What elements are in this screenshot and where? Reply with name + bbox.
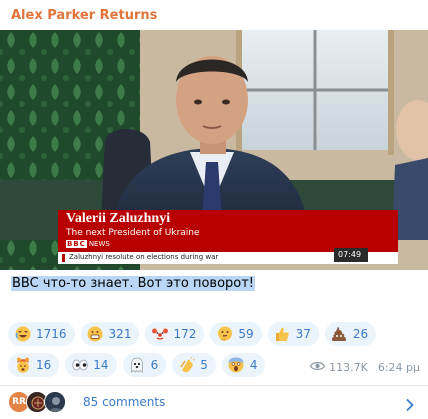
channel-post: Alex Parker Returns Valerii Zaluzhnyi Th… [0,0,428,419]
news-logo-text: NEWS [88,240,110,248]
eye-icon [309,361,326,374]
grin-emoji-icon [87,326,104,343]
post-time: 6:24 pμ [377,361,420,374]
news-clock: 07:49 [338,250,362,259]
lower-third-subtitle: The next President of Ukraine [66,228,200,238]
reaction-count: 1716 [36,327,67,341]
eyes-emoji-icon [71,357,88,374]
reaction-rofl[interactable]: 1716 [8,322,75,346]
post-photo[interactable]: Valerii Zaluzhnyi The next President of … [0,30,428,270]
reaction-count: 4 [249,358,258,372]
post-caption: BBC что-то знает. Вот это поворот! [11,276,256,291]
news-ticker: Zaluzhnyi resolute on elections during w… [69,253,219,261]
reaction-count: 26 [352,327,369,341]
reaction-clown[interactable]: 172 [145,322,205,346]
reaction-grin[interactable]: 321 [80,322,140,346]
reaction-thumbs-up[interactable]: 37 [267,322,319,346]
reaction-clapping[interactable]: 5 [172,353,216,377]
avatar [44,391,66,413]
reaction-thinking[interactable]: 59 [210,322,262,346]
bbc-news-logo: BBC NEWS [66,240,110,248]
reaction-count: 16 [36,358,52,372]
reaction-count: 172 [173,327,197,341]
poop-emoji-icon [331,326,348,343]
reaction-count: 59 [238,327,254,341]
screaming-emoji-icon [228,357,245,374]
reaction-count: 37 [295,327,311,341]
reaction-poop[interactable]: 26 [324,322,377,346]
comments-count-label: 85 comments [83,395,166,409]
reaction-screaming[interactable]: 4 [221,353,266,377]
ghost-emoji-icon [129,357,146,374]
view-count: 113.7K [329,361,368,374]
chevron-right-icon [406,396,414,415]
news-screenshot [0,30,428,270]
clapping-emoji-icon [178,357,195,374]
reaction-count: 6 [150,358,159,372]
thumbs-up-emoji-icon [274,326,291,343]
thinking-emoji-icon [216,326,233,343]
lower-third-name: Valerii Zaluzhnyi [66,211,171,226]
reaction-eyes[interactable]: 14 [65,353,117,377]
commenter-avatars: RR [8,391,74,413]
reaction-ghost[interactable]: 6 [122,353,167,377]
reaction-exploding-head[interactable]: 16 [8,353,60,377]
reaction-count: 321 [108,327,132,341]
caption-text: BBC что-то знает. Вот это поворот! [11,276,256,291]
reaction-count: 14 [93,358,109,372]
channel-title[interactable]: Alex Parker Returns [11,8,157,23]
comments-button[interactable]: RR 85 comments [8,390,420,414]
post-meta: 113.7K 6:24 pμ [309,361,420,374]
bbc-logo-text: BBC [66,240,87,248]
clown-emoji-icon [151,326,168,343]
exploding-head-emoji-icon [14,357,31,374]
reaction-count: 5 [200,358,208,372]
comments-divider [0,385,428,386]
rofl-emoji-icon [14,326,31,343]
